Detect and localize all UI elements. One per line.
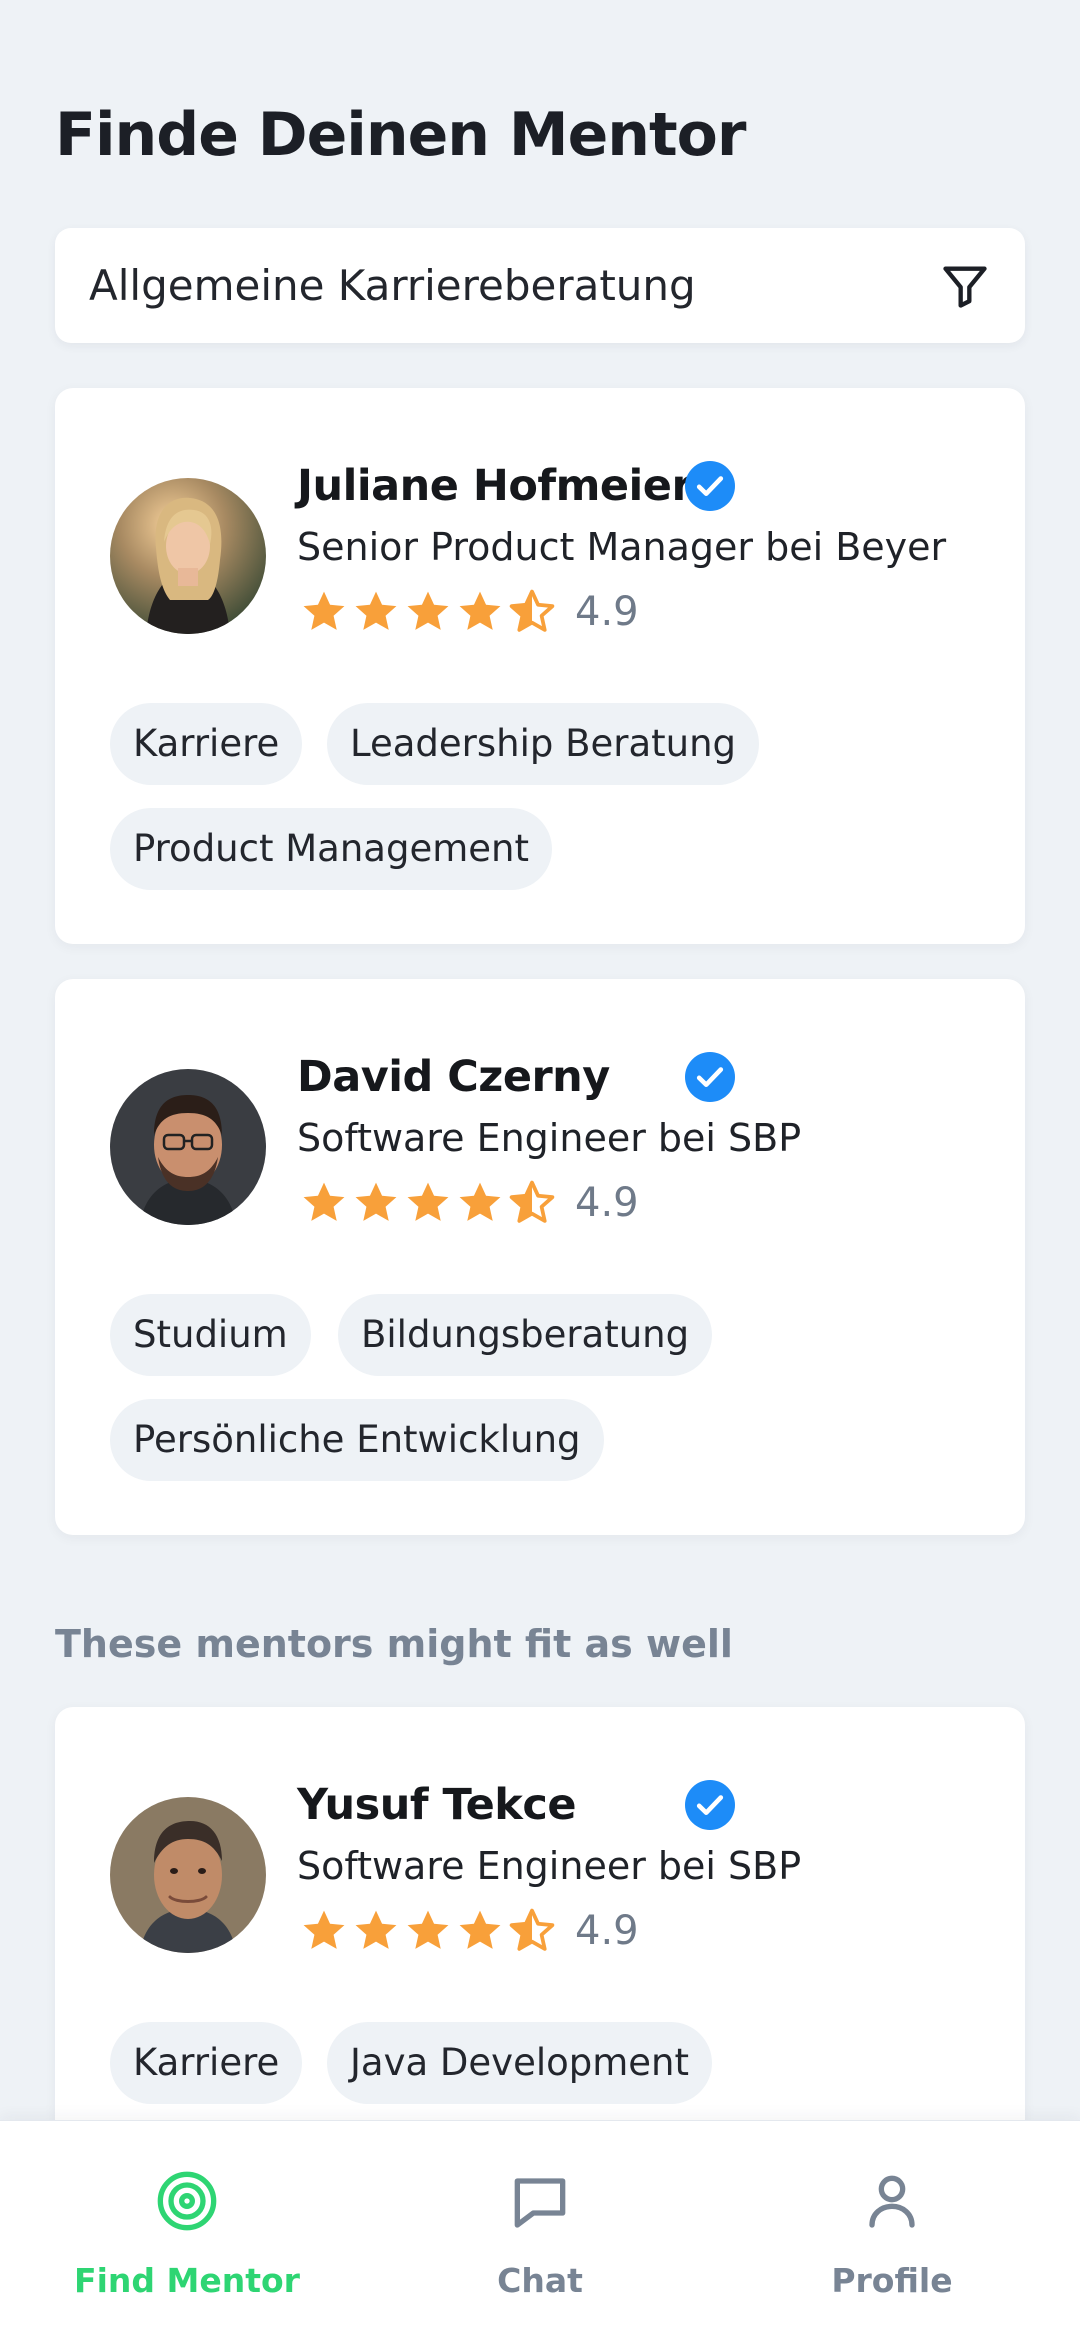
star-icon bbox=[459, 591, 501, 630]
nav-item-profile[interactable]: Profile bbox=[732, 2121, 1052, 2343]
star-half-icon bbox=[509, 589, 555, 632]
star-icon bbox=[355, 1182, 397, 1221]
mentor-name: David Czerny bbox=[297, 1052, 610, 1102]
star-icon bbox=[303, 591, 345, 630]
star-rating: 4.9 bbox=[299, 584, 639, 640]
search-input-value[interactable]: Allgemeine Karriereberatung bbox=[89, 228, 696, 343]
star-icon bbox=[407, 1910, 449, 1949]
star-icon bbox=[407, 591, 449, 630]
star-icon bbox=[355, 591, 397, 630]
star-icon bbox=[303, 1182, 345, 1221]
nav-label: Chat bbox=[497, 2261, 583, 2300]
verified-badge-icon bbox=[685, 461, 735, 511]
mentor-role: Software Engineer bei SBP bbox=[297, 1116, 802, 1160]
star-rating: 4.9 bbox=[299, 1903, 639, 1959]
bottom-navigation: Find Mentor Chat Profile bbox=[0, 2120, 1080, 2343]
verified-badge-icon bbox=[685, 1780, 735, 1830]
nav-label: Profile bbox=[831, 2261, 953, 2300]
chat-bubble-icon bbox=[514, 2178, 566, 2228]
topic-tag: Java Development bbox=[327, 2022, 712, 2104]
mentor-role: Software Engineer bei SBP bbox=[297, 1844, 802, 1888]
rating-value: 4.9 bbox=[575, 1908, 639, 1954]
mentor-name: Juliane Hofmeier bbox=[297, 461, 693, 511]
target-icon bbox=[157, 2171, 217, 2231]
suggestions-heading: These mentors might fit as well bbox=[55, 1622, 733, 1666]
mentor-role: Senior Product Manager bei Beyer bbox=[297, 525, 947, 569]
star-icon bbox=[407, 1182, 449, 1221]
mentor-card[interactable]: Juliane Hofmeier Senior Product Manager … bbox=[55, 388, 1025, 944]
rating-value: 4.9 bbox=[575, 589, 639, 635]
star-rating: 4.9 bbox=[299, 1175, 639, 1231]
filter-icon[interactable] bbox=[939, 260, 991, 312]
topic-tag: Bildungsberatung bbox=[338, 1294, 713, 1376]
rating-value: 4.9 bbox=[575, 1180, 639, 1226]
topic-tag: Studium bbox=[110, 1294, 311, 1376]
star-icon bbox=[355, 1910, 397, 1949]
topic-tag: Persönliche Entwicklung bbox=[110, 1399, 604, 1481]
page-title: Finde Deinen Mentor bbox=[55, 100, 746, 170]
mentor-card[interactable]: David Czerny Software Engineer bei SBP 4… bbox=[55, 979, 1025, 1535]
avatar bbox=[110, 478, 266, 634]
user-icon bbox=[869, 2175, 915, 2228]
topic-tag: Product Management bbox=[110, 808, 552, 890]
star-icon bbox=[303, 1910, 345, 1949]
topic-tag: Leadership Beratung bbox=[327, 703, 760, 785]
topic-search-field[interactable]: Allgemeine Karriereberatung bbox=[55, 228, 1025, 343]
star-half-icon bbox=[509, 1180, 555, 1223]
avatar bbox=[110, 1069, 266, 1225]
star-icon bbox=[459, 1182, 501, 1221]
nav-item-find-mentor[interactable]: Find Mentor bbox=[27, 2121, 347, 2343]
nav-item-chat[interactable]: Chat bbox=[380, 2121, 700, 2343]
avatar bbox=[110, 1797, 266, 1953]
mentor-name: Yusuf Tekce bbox=[297, 1780, 577, 1830]
topic-tag: Karriere bbox=[110, 2022, 303, 2104]
verified-badge-icon bbox=[685, 1052, 735, 1102]
nav-label: Find Mentor bbox=[74, 2261, 300, 2300]
star-icon bbox=[459, 1910, 501, 1949]
star-half-icon bbox=[509, 1908, 555, 1951]
topic-tag: Karriere bbox=[110, 703, 303, 785]
